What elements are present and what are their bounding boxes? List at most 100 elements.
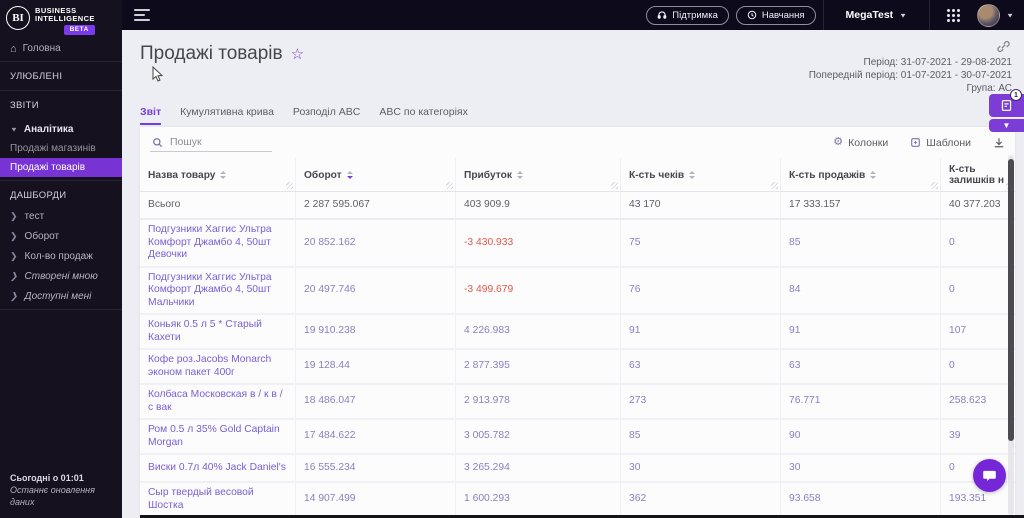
report-card: ⚙ Колонки Шаблони Назва товару Оборот Приб…: [140, 127, 1015, 518]
previous-period: Попередній період: 01-07-2021 - 30-07-20…: [808, 70, 1012, 81]
value-cell: 258.623: [940, 385, 1015, 418]
value-cell: 2 877.395: [455, 350, 620, 383]
value-cell: 63: [620, 350, 780, 383]
dashboard-item-label: Оборот: [24, 230, 60, 242]
last-update-time: Сьогодні о 01:01: [10, 473, 84, 483]
column-header[interactable]: Прибуток: [455, 158, 620, 191]
gear-icon: ⚙: [833, 136, 844, 148]
search-input[interactable]: [168, 135, 267, 149]
sort-icon[interactable]: [870, 171, 877, 179]
sidebar-item-report[interactable]: Продажі товарів: [0, 158, 122, 177]
column-header[interactable]: Назва товару: [140, 158, 295, 191]
support-button[interactable]: Підтримка: [646, 5, 729, 25]
table-row[interactable]: Подгузники Хаггис Ультра Комфорт Джамбо …: [140, 267, 1015, 315]
column-header[interactable]: Оборот: [295, 158, 455, 191]
dashboards-header[interactable]: ДАШБОРДИ: [0, 184, 122, 206]
value-cell: 0: [940, 267, 1015, 313]
table-row[interactable]: Подгузники Хаггис Ультра Комфорт Джамбо …: [140, 220, 1015, 268]
tab-abc[interactable]: Розподіл ABC: [293, 106, 360, 125]
avatar[interactable]: [977, 3, 1001, 27]
sort-icon[interactable]: [220, 171, 227, 179]
scrollbar-thumb[interactable]: [1008, 159, 1014, 441]
dashboard-item-label: тест: [24, 210, 45, 222]
value-cell: 40 377.203: [940, 192, 1015, 218]
table-row[interactable]: Сыр твердый весовой Шостка 14 907.499 1 60…: [140, 483, 1015, 518]
sort-icon[interactable]: [346, 171, 353, 179]
templates-icon: [911, 138, 921, 147]
value-cell: 17 333.157: [780, 192, 940, 218]
mouse-cursor: [152, 66, 164, 82]
sidebar-item-dashboard[interactable]: ❯ Кол-во продаж: [0, 246, 122, 266]
tab-report[interactable]: Звіт: [140, 106, 162, 125]
chevron-right-icon: ❯: [10, 210, 18, 221]
column-header-label: К-сть чеків: [629, 169, 685, 181]
workspace-dropdown[interactable]: MegaTest ▼: [824, 9, 930, 21]
value-cell: 107: [940, 315, 1015, 348]
product-name-cell[interactable]: Сыр твердый весовой Шостка: [140, 483, 295, 516]
value-cell: 2 287 595.067: [295, 192, 455, 218]
expand-panel-button[interactable]: ▼: [989, 119, 1024, 132]
product-name-cell[interactable]: Ром 0.5 л 35% Gold Captain Morgan: [140, 420, 295, 453]
value-cell: -3 430.933: [455, 220, 620, 266]
headset-icon: [657, 11, 667, 19]
tab-abc-categories[interactable]: ABC по категоріях: [379, 106, 467, 125]
sidebar-item-report[interactable]: Продажі магазинів: [0, 139, 122, 158]
table-row[interactable]: Виски 0.7л 40% Jack Daniel's 16 555.234 3 …: [140, 455, 1015, 483]
product-name-cell[interactable]: Подгузники Хаггис Ультра Комфорт Джамбо …: [140, 220, 295, 266]
share-link-icon[interactable]: [997, 40, 1010, 53]
download-icon[interactable]: [993, 137, 1005, 149]
product-name-cell[interactable]: Кофе роз.Jacobs Monarch эконом пакет 400…: [140, 350, 295, 383]
table-row[interactable]: Кофе роз.Jacobs Monarch эконом пакет 400…: [140, 350, 1015, 385]
templates-button[interactable]: Шаблони: [910, 137, 971, 149]
product-name-cell[interactable]: Коньяк 0.5 л 5 * Старый Кахети: [140, 315, 295, 348]
vertical-scrollbar[interactable]: [1008, 155, 1014, 515]
favorites-header[interactable]: УЛЮБЛЕНІ: [0, 65, 122, 87]
sidebar-item-dashboard[interactable]: ❯ Оборот: [0, 226, 122, 246]
logo-monogram: BI: [6, 6, 30, 30]
table-row[interactable]: Всього 2 287 595.067 403 909.9 43 170 17 333…: [140, 192, 1015, 220]
column-header[interactable]: К-сть продажів: [780, 158, 940, 191]
search-box[interactable]: [150, 133, 272, 152]
chevron-right-icon: ❯: [10, 230, 18, 241]
value-cell: 76: [620, 267, 780, 313]
chevron-down-icon: ▼: [10, 125, 18, 134]
user-menu[interactable]: ▼: [977, 3, 1014, 27]
table-row[interactable]: Ром 0.5 л 35% Gold Captain Morgan 17 484.…: [140, 420, 1015, 455]
value-cell: 90: [780, 420, 940, 453]
divider: [0, 180, 122, 181]
value-cell: -3 499.679: [455, 267, 620, 313]
table-row[interactable]: Колбаса Московская в / к в / с вак 18 486…: [140, 385, 1015, 420]
value-cell: 75: [620, 220, 780, 266]
product-name-cell[interactable]: Колбаса Московская в / к в / с вак: [140, 385, 295, 418]
value-cell: 0: [940, 350, 1015, 383]
apps-grid-icon[interactable]: [947, 8, 961, 22]
columns-button[interactable]: ⚙ Колонки: [833, 137, 888, 149]
sidebar-item-dashboard[interactable]: ❯ Створені мною: [0, 266, 122, 286]
sidebar-item-dashboard[interactable]: ❯ Доступні мені: [0, 286, 122, 306]
reports-header[interactable]: ЗВІТИ: [0, 94, 122, 116]
workspace-name: MegaTest: [845, 9, 894, 21]
value-cell: 20 852.162: [295, 220, 455, 266]
sidebar-item-home[interactable]: ⌂ Головна: [0, 39, 122, 58]
chat-bubble-icon: [983, 470, 996, 482]
column-header[interactable]: К-сть чеків: [620, 158, 780, 191]
sidebar-item-analytics[interactable]: ▼ Аналітика: [0, 116, 122, 139]
sort-icon[interactable]: [516, 171, 523, 179]
sidebar-item-dashboard[interactable]: ❯ тест: [0, 206, 122, 226]
tabs: Звіт Кумулятивна крива Розподіл ABC ABC по …: [140, 106, 468, 125]
page-title: Продажі товарів ☆: [140, 43, 305, 64]
chat-button[interactable]: [973, 459, 1006, 492]
sort-icon[interactable]: [689, 171, 696, 179]
filters-button[interactable]: 1: [989, 89, 1024, 117]
menu-toggle-icon[interactable]: [134, 9, 150, 21]
product-name-cell[interactable]: Подгузники Хаггис Ультра Комфорт Джамбо …: [140, 268, 295, 314]
column-header[interactable]: К-сть залишків н: [940, 158, 1015, 191]
tab-cumulative[interactable]: Кумулятивна крива: [180, 106, 274, 125]
favorite-star-icon[interactable]: ☆: [291, 45, 304, 63]
home-icon: ⌂: [10, 42, 17, 55]
value-cell: 17 484.622: [295, 420, 455, 453]
table-row[interactable]: Коньяк 0.5 л 5 * Старый Кахети 19 910.238…: [140, 315, 1015, 350]
training-button[interactable]: Навчання: [735, 5, 816, 25]
product-name-cell[interactable]: Виски 0.7л 40% Jack Daniel's: [140, 455, 295, 481]
value-cell: 4 226.983: [455, 315, 620, 348]
